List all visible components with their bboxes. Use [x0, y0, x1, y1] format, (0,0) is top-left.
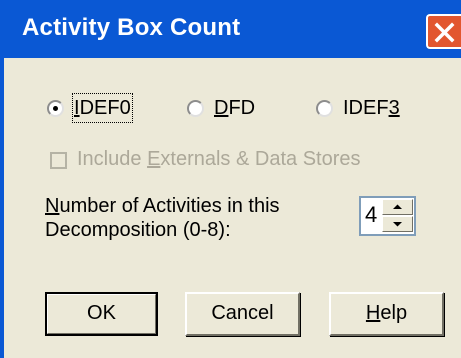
radio-label-prefix: IDEF [343, 97, 389, 119]
radio-selected-dot [53, 106, 58, 111]
checkbox-label-mnemonic: E [147, 148, 161, 170]
close-icon [434, 22, 455, 43]
ok-button[interactable]: OK [45, 292, 158, 336]
close-button[interactable] [426, 14, 461, 49]
window-title: Activity Box Count [22, 14, 241, 41]
count-label-rest: umber of Activities in this [59, 195, 280, 217]
activity-count-value[interactable]: 4 [365, 202, 377, 228]
count-label-line1: Number of Activities in this [45, 194, 280, 218]
radio-label-mnemonic: 3 [388, 97, 400, 119]
count-label-mnemonic: N [45, 195, 60, 217]
arrow-down-icon [393, 222, 402, 227]
radio-idef0-indicator[interactable] [47, 100, 64, 117]
checkbox-box[interactable] [50, 152, 67, 169]
help-button-mnemonic: H [365, 302, 381, 324]
spinner-buttons [382, 199, 413, 233]
cancel-button-label: Cancel [211, 302, 274, 324]
activity-count-spinner[interactable]: 4 [359, 196, 416, 236]
radio-dfd-indicator[interactable] [187, 100, 204, 117]
include-externals-label: Include Externals & Data Stores [77, 146, 361, 172]
radio-label-suffix: FD [228, 97, 256, 119]
spin-up-button[interactable] [382, 199, 413, 215]
help-button[interactable]: Help [329, 292, 444, 336]
cancel-button[interactable]: Cancel [185, 292, 300, 336]
radio-label-suffix: DEF0 [79, 97, 131, 119]
checkbox-label-suffix: xternals & Data Stores [160, 148, 361, 170]
arrow-up-icon [393, 204, 402, 209]
activity-count-label: Number of Activities in this Decompositi… [45, 194, 280, 242]
ok-button-bevel [47, 294, 156, 334]
radio-label-mnemonic: D [214, 97, 229, 119]
count-label-line2: Decomposition (0-8): [45, 219, 231, 241]
radio-idef0-label: IDEF0 [72, 93, 133, 123]
radio-dfd-label: DFD [214, 95, 255, 121]
window-frame [0, 58, 4, 358]
radio-idef3-indicator[interactable] [316, 100, 333, 117]
help-button-label: elp [380, 302, 408, 324]
radio-idef3-label: IDEF3 [343, 95, 400, 121]
checkbox-label-prefix: Include [77, 148, 148, 170]
title-bar[interactable]: Activity Box Count [0, 0, 461, 58]
spin-down-button[interactable] [382, 216, 413, 232]
